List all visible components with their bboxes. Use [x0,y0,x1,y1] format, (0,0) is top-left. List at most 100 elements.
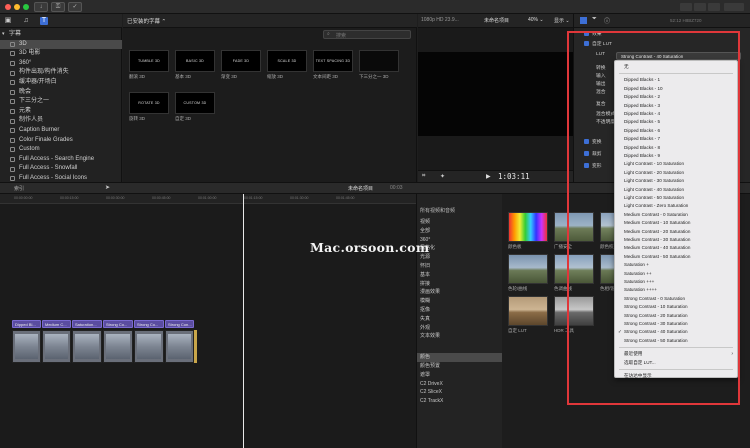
effects-category[interactable]: 怀旧 [417,262,503,271]
sidebar-item[interactable]: 制作人员 [0,116,122,126]
keyword-icon[interactable]: ⚿ [51,2,65,12]
sidebar-item-label: 元素 [19,107,32,114]
playhead[interactable] [243,194,244,448]
titles-icon[interactable]: T [40,17,48,25]
sidebar-item[interactable]: 下三分之一 [0,97,122,107]
timeline-ruler[interactable]: 00:00:00:00 00:00:15:00 00:00:30:00 00:00:4… [0,194,416,204]
effects-category[interactable]: C2 TrackX [417,397,503,406]
effects-category[interactable]: 360° [417,236,503,245]
zoom-dropdown[interactable]: 40% ⌄ [528,17,544,23]
select-tool-icon[interactable]: ➤ [105,184,110,191]
title-thumbnail[interactable] [359,50,399,72]
thumbnail-text: SCALE 3D [277,59,297,63]
video-inspector-icon[interactable] [580,17,587,24]
title-clip[interactable]: Saturation... [72,320,102,328]
sidebar-item[interactable]: 缓冲器/开场白 [0,78,122,88]
thumbnail-caption: 基本 3D [175,74,192,79]
effects-category[interactable]: 抠像 [417,306,503,315]
effects-category[interactable]: 视频 [417,218,503,227]
installed-titles-dropdown[interactable]: 已安装的字幕 ⌃ [127,17,166,25]
enhance-icon[interactable]: ✦ [440,173,445,180]
effect-thumbnail[interactable] [508,296,548,326]
title-clip[interactable]: Strong Co... [134,320,164,328]
close-window-button[interactable] [5,4,11,10]
title-thumbnail[interactable]: BASIC 3D [175,50,215,72]
thumbnail-text: TUMBLE 3D [138,59,160,63]
effects-category[interactable]: 颜色 [417,353,503,362]
info-icon[interactable]: ⓘ [604,16,610,25]
title-thumbnail[interactable]: CUSTOM 3D [175,92,215,114]
sidebar-item[interactable]: 晚会 [0,88,122,98]
effect-caption: 颜色板 [508,244,522,249]
effects-category[interactable]: 遮罩 [417,371,503,380]
title-clip[interactable]: Medium C... [42,320,71,328]
effect-caption: 色轮/曲线 [508,286,528,291]
index-button[interactable]: 索引 [14,185,24,192]
sidebar-item[interactable]: Color Finale Grades [0,136,122,146]
title-clip[interactable]: Strong Co... [103,320,133,328]
sidebar-item[interactable]: 构件出现/构件消失 [0,68,122,78]
view-toggles[interactable] [680,3,746,11]
effect-thumbnail[interactable] [508,254,548,284]
sidebar-item[interactable]: 3D 电影 [0,49,122,59]
sidebar-item-label: 构件出现/构件消失 [19,69,69,76]
sidebar-item[interactable]: 3D [0,39,122,50]
effect-thumbnail[interactable] [508,212,548,242]
minimize-window-button[interactable] [14,4,20,10]
sidebar-item[interactable]: Full Access - Snowfall [0,164,122,174]
title-thumbnail[interactable]: SCALE 3D [267,50,307,72]
titles-folder-icon [10,109,15,115]
video-clip[interactable] [42,330,71,363]
video-clip[interactable] [72,330,102,363]
view-dropdown[interactable]: 显示 ⌄ [554,17,570,24]
title-thumbnail[interactable]: FADE 3D [221,50,261,72]
effects-category[interactable]: C2 DriveX [417,380,503,389]
video-clip[interactable] [134,330,164,363]
video-clip[interactable] [103,330,133,363]
effects-category[interactable]: 全部 [417,227,503,236]
titles-folder-icon [10,89,15,95]
title-thumbnail[interactable]: TEXT SPACING 3D [313,50,353,72]
effects-category[interactable]: 外观 [417,324,503,333]
browser-header: 已安装的字幕 ⌃ [123,14,417,28]
filter-icon[interactable]: ⏷ [592,16,597,23]
clip-tail[interactable] [194,330,197,363]
sidebar-item[interactable]: ▾ 字幕 [0,30,122,40]
title-thumbnail[interactable]: ROTATE 3D [129,92,169,114]
effects-category[interactable]: 模糊 [417,297,503,306]
effects-category[interactable]: 基本 [417,271,503,280]
title-clip[interactable]: Strong Con... [165,320,194,328]
sidebar-item-label: Color Finale Grades [19,136,73,143]
play-button[interactable]: ▶ [486,173,491,180]
sidebar-item[interactable]: 360° [0,59,122,69]
title-clip[interactable]: Dipped Bl... [12,320,41,328]
import-icon[interactable]: ↓ [34,2,48,12]
effects-category[interactable]: 风格化 [417,244,503,253]
titles-folder-icon [10,99,15,105]
effects-category[interactable]: 文本效果 [417,332,503,341]
ruler-mark: 00:01:15:00 [244,196,263,200]
title-thumbnail[interactable]: TUMBLE 3D [129,50,169,72]
effects-category[interactable]: 光源 [417,253,503,262]
sidebar-item[interactable]: Caption Burner [0,126,122,136]
background-tasks-icon[interactable]: ✓ [68,2,82,12]
sidebar-item[interactable]: Custom [0,145,122,155]
search-field[interactable]: ⌕ 搜索 [323,30,411,39]
effects-category[interactable]: C2 SliceX [417,388,503,397]
zoom-window-button[interactable] [23,4,29,10]
effects-category[interactable]: 失真 [417,315,503,324]
effects-category[interactable]: 拼接 [417,280,503,289]
effects-category[interactable]: 颜色预置 [417,362,503,371]
sidebar-item-label: 下三分之一 [19,98,50,105]
film-icon[interactable]: ▣ [4,17,12,25]
music-icon[interactable]: ♫ [22,17,30,25]
video-clip[interactable] [165,330,194,363]
transform-icon[interactable]: ⌗ [422,173,425,180]
sidebar-item[interactable]: Full Access - Search Engine [0,155,122,165]
sidebar-item[interactable]: 元素 [0,107,122,117]
video-clip[interactable] [12,330,41,363]
effects-category[interactable]: 漫画效果 [417,288,503,297]
thumbnail-caption: 翻滚 3D [129,74,146,79]
disclosure-icon: ▾ [2,31,5,37]
timeline-duration: 00:03 [390,185,403,191]
